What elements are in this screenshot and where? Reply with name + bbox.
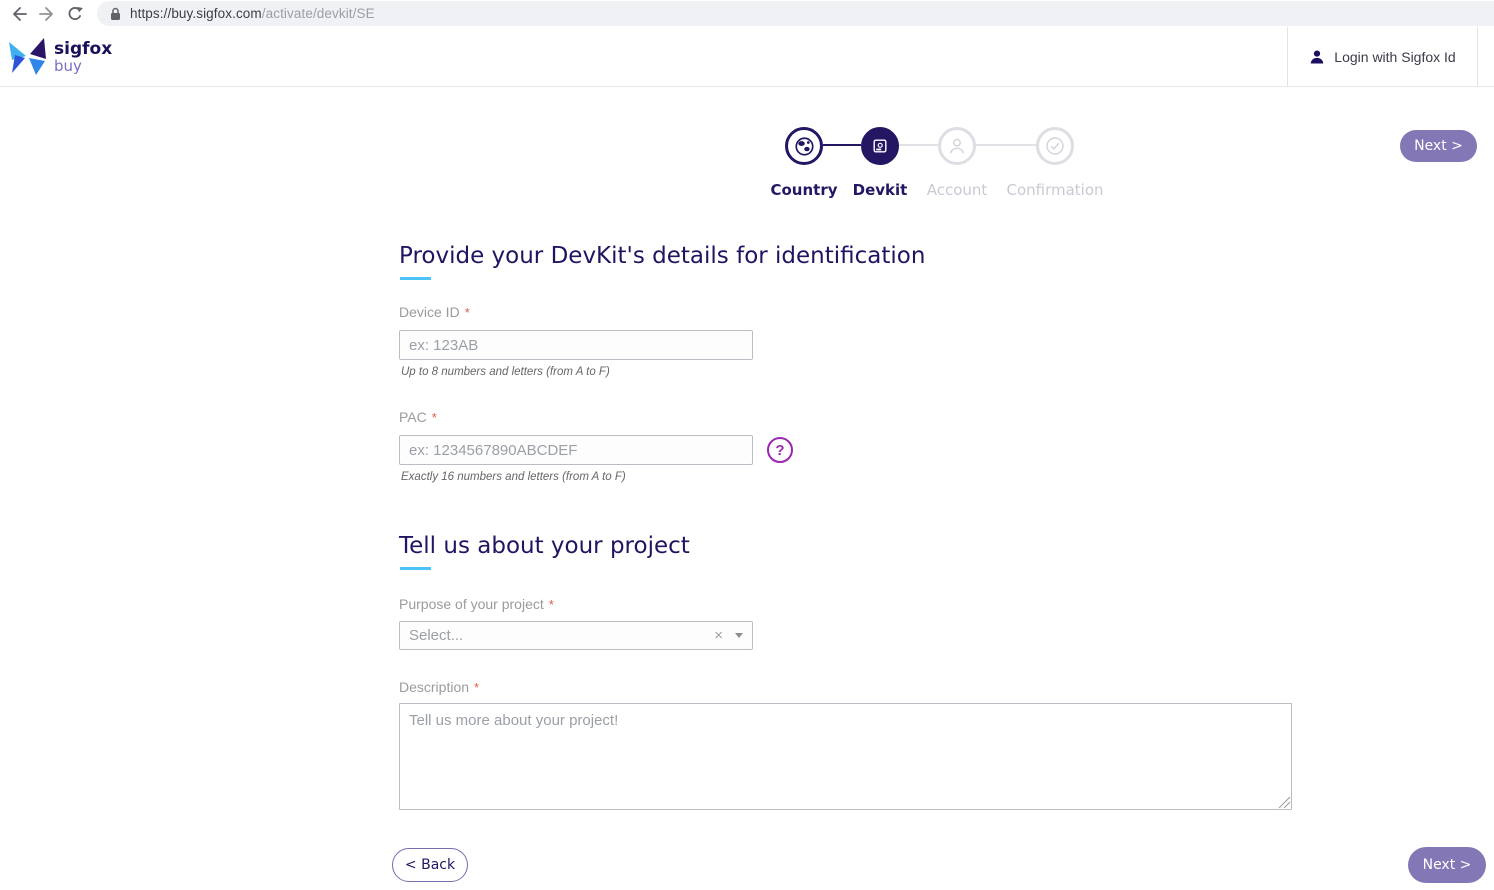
user-icon <box>1309 49 1325 65</box>
pac-input[interactable] <box>399 435 753 465</box>
next-button-top[interactable]: Next > <box>1400 130 1477 162</box>
pac-label-text: PAC <box>399 409 427 425</box>
browser-toolbar: https://buy.sigfox.com/activate/devkit/S… <box>0 0 1494 27</box>
pac-label: PAC * <box>399 409 437 425</box>
purpose-select[interactable]: Select... × <box>399 621 753 650</box>
forward-arrow-icon[interactable] <box>36 3 58 25</box>
description-label-text: Description <box>399 679 469 695</box>
chevron-down-icon[interactable] <box>735 633 743 638</box>
purpose-select-placeholder: Select... <box>409 627 714 644</box>
resize-handle[interactable] <box>1278 796 1291 809</box>
devkit-step-circle <box>861 127 899 165</box>
description-field-wrap <box>399 703 1292 810</box>
description-required-mark: * <box>474 680 479 695</box>
sigfox-logo[interactable]: sigfox buy <box>8 37 112 77</box>
login-label: Login with Sigfox Id <box>1334 49 1455 65</box>
purpose-label: Purpose of your project * <box>399 596 554 612</box>
back-button[interactable]: < Back <box>392 848 468 882</box>
country-step-circle <box>785 127 823 165</box>
purpose-required-mark: * <box>549 597 554 612</box>
pac-required-mark: * <box>432 410 437 425</box>
clear-icon[interactable]: × <box>714 627 723 644</box>
url-host: https://buy.sigfox.com <box>130 6 262 21</box>
pac-help-icon[interactable]: ? <box>767 437 793 463</box>
device-id-helper: Up to 8 numbers and letters (from A to F… <box>401 366 610 378</box>
check-circle-icon <box>1045 136 1065 156</box>
login-button[interactable]: Login with Sigfox Id <box>1287 27 1478 86</box>
description-label: Description * <box>399 679 479 695</box>
devkit-section-title: Provide your DevKit's details for identi… <box>399 243 925 269</box>
sigfox-butterfly-icon <box>8 37 48 77</box>
logo-title: sigfox <box>54 41 112 58</box>
confirmation-step-circle <box>1036 127 1074 165</box>
stepper-step-confirmation[interactable]: Confirmation <box>995 127 1115 199</box>
pac-helper: Exactly 16 numbers and letters (from A t… <box>401 471 626 483</box>
site-header: sigfox buy Login with Sigfox Id <box>0 27 1494 87</box>
url-text: https://buy.sigfox.com/activate/devkit/S… <box>130 6 375 21</box>
page: https://buy.sigfox.com/activate/devkit/S… <box>0 0 1494 890</box>
purpose-label-text: Purpose of your project <box>399 596 544 612</box>
confirmation-step-label: Confirmation <box>995 181 1115 199</box>
back-arrow-icon[interactable] <box>8 3 30 25</box>
globe-icon <box>795 137 814 156</box>
project-section-title: Tell us about your project <box>399 533 690 559</box>
reload-icon[interactable] <box>64 3 86 25</box>
section-underline-2 <box>400 567 431 570</box>
account-step-circle <box>938 127 976 165</box>
logo-subtitle: buy <box>54 59 112 74</box>
device-id-label: Device ID * <box>399 304 470 320</box>
url-bar[interactable]: https://buy.sigfox.com/activate/devkit/S… <box>97 1 1494 26</box>
device-id-label-text: Device ID <box>399 304 460 320</box>
next-button-bottom[interactable]: Next > <box>1408 847 1486 883</box>
account-person-icon <box>947 136 967 156</box>
url-path: /activate/devkit/SE <box>262 6 375 21</box>
section-underline <box>400 277 431 280</box>
lock-icon <box>110 7 121 21</box>
description-textarea[interactable] <box>399 703 1292 810</box>
device-id-required-mark: * <box>465 305 470 320</box>
device-id-input[interactable] <box>399 330 753 360</box>
devkit-icon <box>872 138 888 154</box>
logo-text: sigfox buy <box>54 41 112 74</box>
